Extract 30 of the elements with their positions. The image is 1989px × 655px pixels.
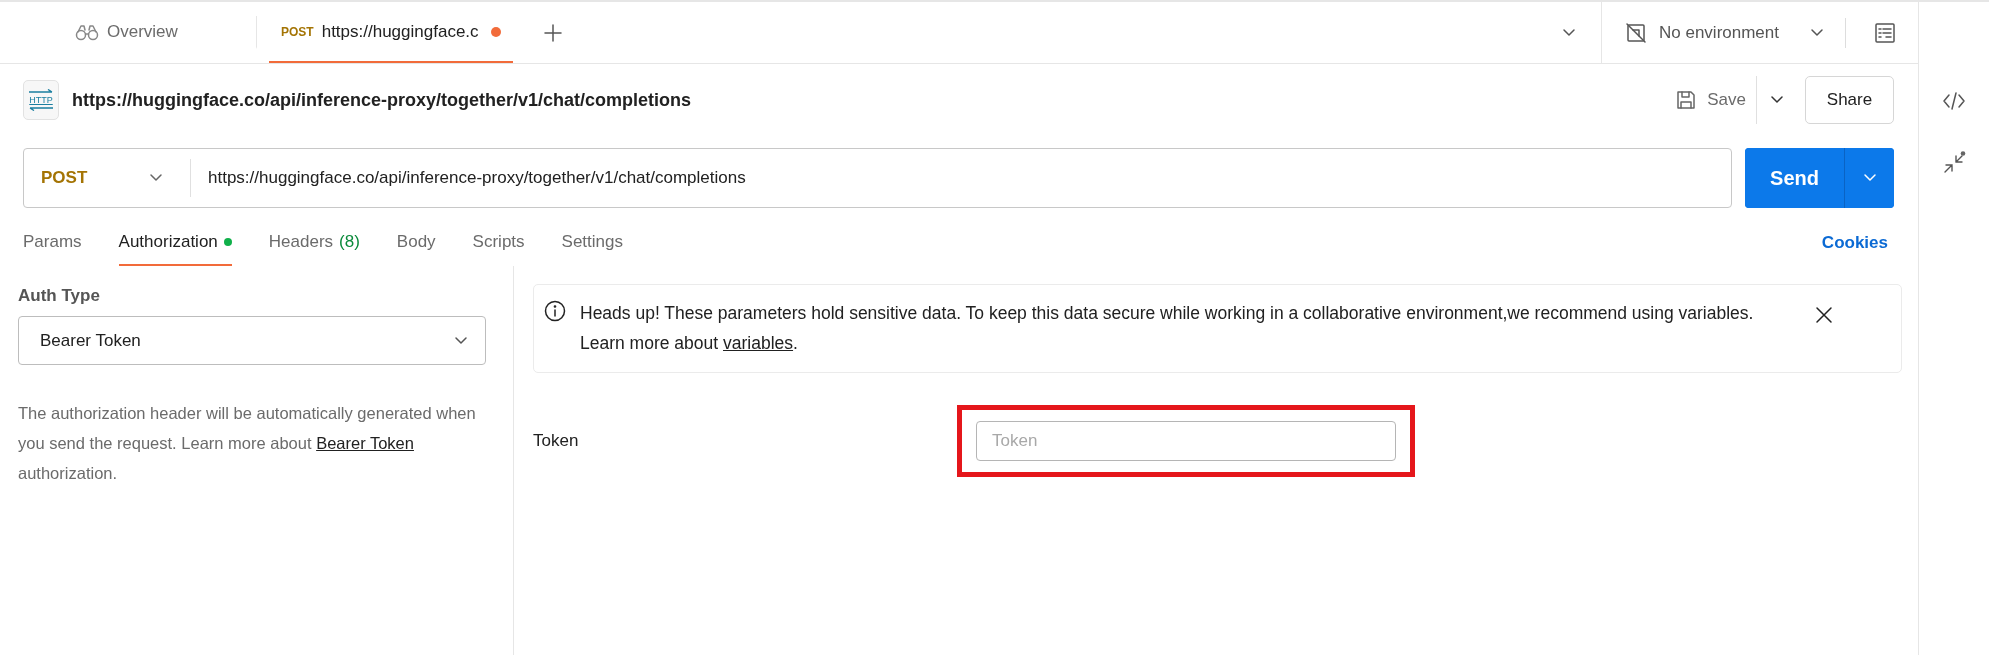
collapse-icon[interactable]	[1942, 151, 1966, 175]
environment-selector[interactable]: No environment	[1601, 2, 1845, 63]
token-label: Token	[533, 431, 580, 451]
no-environment-icon	[1625, 21, 1647, 44]
http-icon: HTTP	[23, 80, 59, 120]
tab[interactable]: POST https://huggingface.c	[269, 2, 513, 63]
request-tab[interactable]: Params	[23, 208, 82, 266]
request-tab[interactable]: Headers (8)	[268, 208, 360, 266]
info-icon	[544, 300, 566, 322]
auth-type-label: Auth Type	[18, 286, 101, 306]
send-button[interactable]: Send	[1745, 148, 1845, 208]
share-button[interactable]: Share	[1805, 76, 1894, 124]
cookies-link[interactable]: Cookies	[1821, 221, 1888, 253]
request-tab[interactable]: Scripts	[472, 208, 525, 266]
request-tab[interactable]: Authorization	[118, 208, 232, 266]
tab[interactable]: Overview	[0, 16, 257, 49]
close-icon[interactable]	[1815, 306, 1833, 324]
request-tab[interactable]: Body	[396, 208, 436, 266]
variables-icon[interactable]	[1874, 21, 1896, 44]
auth-type-dropdown[interactable]: Bearer Token	[18, 316, 486, 365]
notice-text: Heads up! These parameters hold sensitive data. To keep this data secure while working in a collaborative environment,we recommend using variables. Learn more about variables.	[580, 302, 1755, 355]
request-tab[interactable]: Settings	[561, 208, 623, 266]
variables-link[interactable]: variables	[723, 333, 794, 353]
save-button[interactable]: Save	[1675, 89, 1756, 111]
auth-description: The authorization header will be automatically generated when you send the request. Learn more about Bearer Token authorization.	[18, 403, 477, 484]
token-field[interactable]: Token	[976, 421, 1396, 461]
request-title: https://huggingface.co/api/inference-proxy/together/v1/chat/completions	[72, 89, 692, 111]
bearer-token-link[interactable]: Bearer Token	[316, 434, 414, 452]
plus-icon[interactable]	[542, 22, 563, 43]
code-icon[interactable]	[1942, 91, 1966, 111]
